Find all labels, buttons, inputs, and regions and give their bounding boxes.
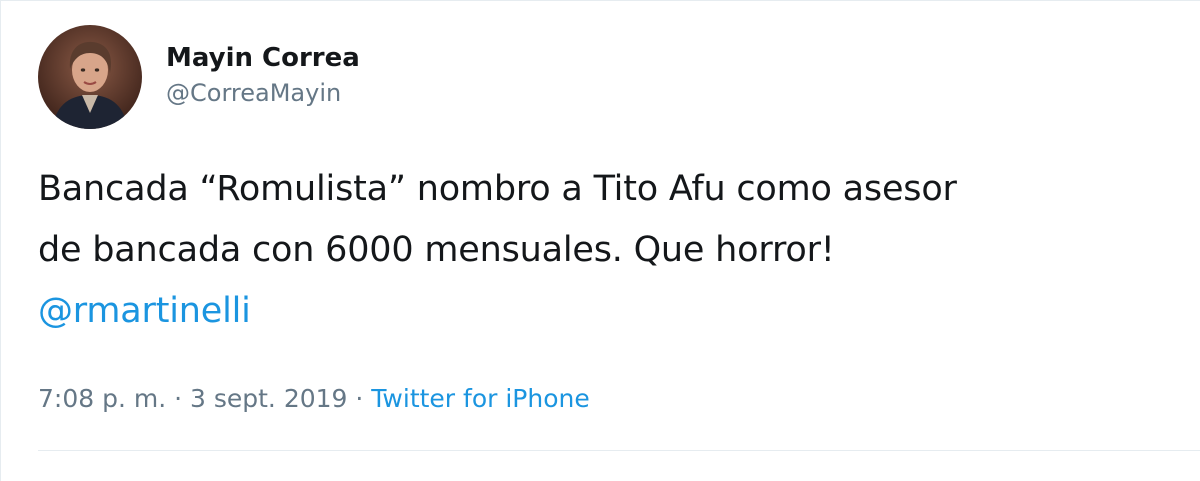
tweet-text-line-2: de bancada con 6000 mensuales. Que horro… bbox=[38, 230, 835, 270]
meta-separator: · bbox=[347, 384, 372, 413]
tweet-header: Mayin Correa @CorreaMayin bbox=[38, 25, 360, 129]
avatar[interactable] bbox=[38, 25, 142, 129]
mention-link[interactable]: @rmartinelli bbox=[38, 291, 251, 331]
divider bbox=[38, 450, 1200, 451]
tweet-text-line-1: Bancada “Romulista” nombro a Tito Afu co… bbox=[38, 169, 957, 209]
tweet-meta: 7:08 p. m. · 3 sept. 2019 · Twitter for … bbox=[38, 379, 590, 419]
display-name[interactable]: Mayin Correa bbox=[166, 41, 360, 75]
tweet-time[interactable]: 7:08 p. m. bbox=[38, 384, 166, 413]
tweet-source-link[interactable]: Twitter for iPhone bbox=[371, 384, 589, 413]
tweet-date[interactable]: 3 sept. 2019 bbox=[190, 384, 347, 413]
avatar-photo-icon bbox=[38, 25, 142, 129]
user-handle[interactable]: @CorreaMayin bbox=[166, 77, 360, 109]
tweet-card: Mayin Correa @CorreaMayin Bancada “Romul… bbox=[0, 0, 1200, 481]
meta-separator: · bbox=[166, 384, 190, 413]
user-info: Mayin Correa @CorreaMayin bbox=[166, 41, 360, 109]
tweet-text: Bancada “Romulista” nombro a Tito Afu co… bbox=[38, 159, 1198, 342]
